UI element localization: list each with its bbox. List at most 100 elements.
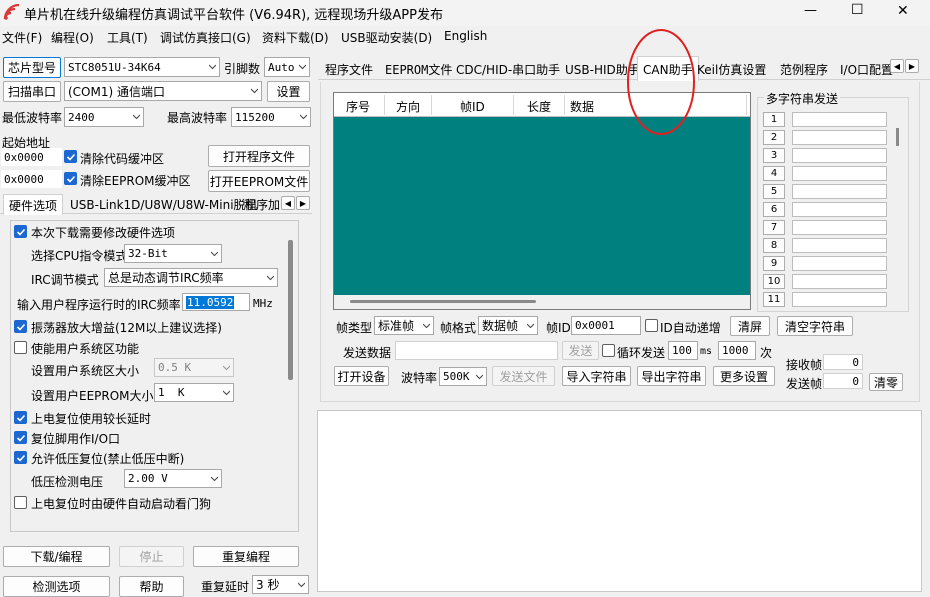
tab-scroll-left-icon[interactable]: ◀ <box>281 196 295 210</box>
multi-string-send-button[interactable]: 7 <box>763 220 785 235</box>
multi-string-scrollbar[interactable] <box>896 128 899 146</box>
tab-examples[interactable]: 范例程序 <box>775 58 833 80</box>
irc-frequency-input[interactable]: 11.0592 <box>182 293 250 311</box>
maximize-icon[interactable]: ☐ <box>851 2 864 18</box>
menu-tools[interactable]: 工具(T) <box>107 29 148 46</box>
eeprom-size-select[interactable]: 1 K <box>154 383 234 402</box>
export-strings-button[interactable]: 导出字符串 <box>637 366 706 386</box>
clear-eeprom-buffer-checkbox[interactable] <box>64 172 77 185</box>
low-voltage-reset-checkbox[interactable] <box>14 451 27 464</box>
loop-interval-input[interactable]: 100 <box>668 341 698 360</box>
menu-debug[interactable]: 调试仿真接口(G) <box>160 29 251 46</box>
eeprom-start-address-input[interactable]: 0x0000 <box>1 170 62 188</box>
header-data[interactable]: 数据 <box>570 98 594 115</box>
loop-count-input[interactable]: 1000 <box>718 341 756 360</box>
tab-hardware-options[interactable]: 硬件选项 <box>3 194 64 215</box>
tab-keil-sim[interactable]: Keil仿真设置 <box>692 58 771 80</box>
repeat-delay-select[interactable]: 3 秒 <box>252 575 309 594</box>
baud-rate-select[interactable]: 500K <box>439 367 487 386</box>
multi-string-send-button[interactable]: 11 <box>763 292 785 307</box>
multi-string-input[interactable] <box>792 292 887 307</box>
long-reset-delay-checkbox[interactable] <box>14 411 27 424</box>
system-area-size-select[interactable]: 0.5 K <box>154 358 234 377</box>
more-settings-button[interactable]: 更多设置 <box>713 366 775 386</box>
multi-string-send-button[interactable]: 6 <box>763 202 785 217</box>
hardware-options-scrollbar[interactable] <box>288 240 293 380</box>
menu-file[interactable]: 文件(F) <box>2 29 42 46</box>
header-direction[interactable]: 方向 <box>396 98 420 115</box>
menu-download[interactable]: 资料下载(D) <box>262 29 329 46</box>
id-auto-increment-checkbox[interactable] <box>645 319 658 332</box>
header-frame-id[interactable]: 帧ID <box>460 98 485 115</box>
reset-pin-io-checkbox[interactable] <box>14 431 27 444</box>
cpu-mode-select[interactable]: 32-Bit <box>124 244 222 263</box>
port-settings-button[interactable]: 设置 <box>267 81 310 102</box>
multi-string-input[interactable] <box>792 256 887 271</box>
max-baud-select[interactable]: 115200 <box>231 107 311 127</box>
multi-string-input[interactable] <box>792 130 887 145</box>
pin-count-select[interactable]: Auto <box>264 57 310 77</box>
user-system-area-checkbox[interactable] <box>14 341 27 354</box>
multi-string-send-button[interactable]: 9 <box>763 256 785 271</box>
modify-hw-options-checkbox[interactable] <box>14 225 27 238</box>
download-program-button[interactable]: 下载/编程 <box>3 546 110 567</box>
multi-string-input[interactable] <box>792 112 887 127</box>
menu-usb-driver[interactable]: USB驱动安装(D) <box>341 29 432 46</box>
lvd-voltage-select[interactable]: 2.00 V <box>124 469 222 488</box>
table-horizontal-scrollbar[interactable] <box>334 295 750 309</box>
port-select[interactable]: (COM1) 通信端口 <box>64 81 262 101</box>
multi-string-input[interactable] <box>792 238 887 253</box>
output-log[interactable] <box>317 410 922 592</box>
frame-format-select[interactable]: 数据帧 <box>478 316 538 335</box>
tab-scroll-right-icon[interactable]: ▶ <box>296 196 310 210</box>
min-baud-select[interactable]: 2400 <box>64 107 144 127</box>
right-tab-scroll-right-icon[interactable]: ▶ <box>905 59 919 73</box>
clear-code-buffer-checkbox[interactable] <box>64 150 77 163</box>
irc-mode-select[interactable]: 总是动态调节IRC频率 <box>104 268 278 287</box>
stop-button[interactable]: 停止 <box>119 546 184 567</box>
multi-string-input[interactable] <box>792 184 887 199</box>
chip-model-select[interactable]: STC8051U-34K64 <box>64 57 220 77</box>
multi-string-input[interactable] <box>792 202 887 217</box>
multi-string-input[interactable] <box>792 148 887 163</box>
osc-gain-checkbox[interactable] <box>14 320 27 333</box>
open-device-button[interactable]: 打开设备 <box>334 366 389 386</box>
send-data-input[interactable] <box>395 341 558 360</box>
help-button[interactable]: 帮助 <box>119 576 184 597</box>
close-icon[interactable]: ✕ <box>897 3 909 19</box>
multi-string-input[interactable] <box>792 220 887 235</box>
multi-string-send-button[interactable]: 1 <box>763 112 785 127</box>
code-start-address-input[interactable]: 0x0000 <box>1 148 62 166</box>
multi-string-send-button[interactable]: 2 <box>763 130 785 145</box>
import-strings-button[interactable]: 导入字符串 <box>562 366 631 386</box>
reset-counters-button[interactable]: 清零 <box>869 373 903 391</box>
scroll-thumb[interactable] <box>350 300 536 303</box>
multi-string-send-button[interactable]: 3 <box>763 148 785 163</box>
multi-string-send-button[interactable]: 4 <box>763 166 785 181</box>
menu-english[interactable]: English <box>444 29 487 43</box>
chip-model-button[interactable]: 芯片型号 <box>3 57 61 78</box>
frame-id-input[interactable]: 0x0001 <box>571 316 641 335</box>
multi-string-input[interactable] <box>792 274 887 289</box>
tab-eeprom-file[interactable]: EEPROM文件 <box>380 58 457 80</box>
clear-screen-button[interactable]: 清屏 <box>730 316 770 336</box>
send-button[interactable]: 发送 <box>562 341 599 360</box>
tab-program-file[interactable]: 程序文件 <box>320 58 378 80</box>
header-length[interactable]: 长度 <box>527 98 551 115</box>
multi-string-send-button[interactable]: 8 <box>763 238 785 253</box>
clear-strings-button[interactable]: 清空字符串 <box>777 316 853 336</box>
open-program-file-button[interactable]: 打开程序文件 <box>208 145 310 167</box>
multi-string-input[interactable] <box>792 166 887 181</box>
multi-string-send-button[interactable]: 5 <box>763 184 785 199</box>
detect-options-button[interactable]: 检测选项 <box>3 576 110 597</box>
send-file-button[interactable]: 发送文件 <box>492 366 555 386</box>
reprogram-button[interactable]: 重复编程 <box>193 546 299 567</box>
loop-send-checkbox[interactable] <box>602 344 615 357</box>
multi-string-send-button[interactable]: 10 <box>763 274 785 289</box>
open-eeprom-file-button[interactable]: 打开EEPROM文件 <box>208 170 310 192</box>
minimize-icon[interactable]: — <box>804 3 817 18</box>
header-index[interactable]: 序号 <box>346 98 370 115</box>
frame-type-select[interactable]: 标准帧 <box>374 316 434 335</box>
tab-usb-link[interactable]: USB-Link1D/U8W/U8W-Mini脱机 <box>65 194 263 214</box>
right-tab-scroll-left-icon[interactable]: ◀ <box>890 59 904 73</box>
